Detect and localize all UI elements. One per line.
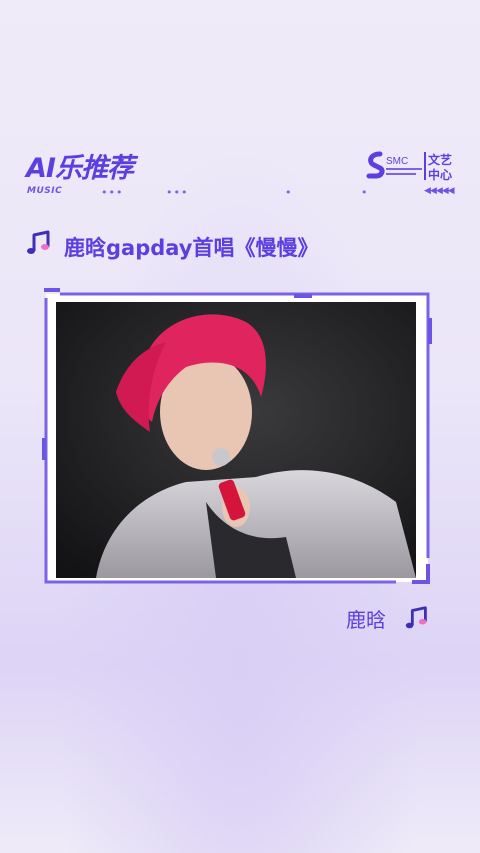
decor-dots: ••• [166,186,189,199]
brand-title: AI乐推荐 [26,153,134,184]
decor-dots: ••• [101,186,124,199]
concert-photo [56,302,416,578]
logo-text: SMC [386,156,408,167]
page: AI乐推荐 MUSIC ••• ••• • • SMC 文艺 中心 ◀◀◀◀◀ … [0,0,480,853]
song-title: 鹿晗gapday首唱《慢慢》 [64,236,319,260]
logo-badge-line2: 中心 [428,167,452,182]
decor-dots: • [285,186,293,199]
smc-logo-icon: SMC 文艺 中心 [366,151,452,182]
decor-arrows: ◀◀◀◀◀ [424,186,455,196]
music-note-icon [27,230,50,254]
artist-caption: 鹿晗 [346,608,386,632]
decor-dots: • [361,186,369,199]
logo-badge-line1: 文艺 [428,152,452,167]
music-note-icon [405,606,427,629]
brand-subtitle: MUSIC [27,186,63,196]
